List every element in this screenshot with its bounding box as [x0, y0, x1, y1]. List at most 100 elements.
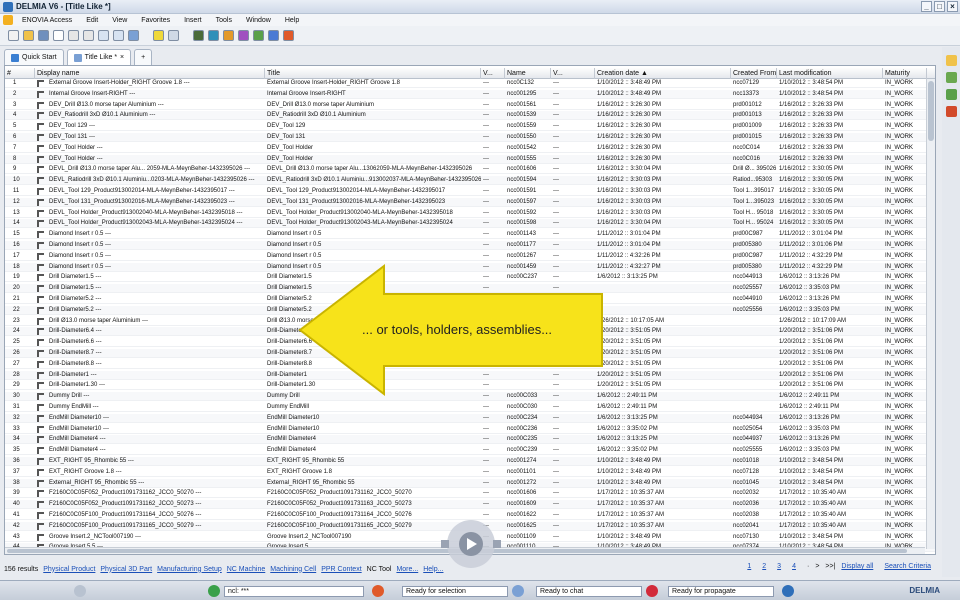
last-page-button[interactable]: >>| [825, 563, 835, 570]
table-row[interactable]: 3 DEV_Drill Ø13.0 morse taper Aluminium -… [5, 101, 935, 110]
table-row[interactable]: 13 DEVL_Tool Holder_Product913002040-MLA-… [5, 209, 935, 218]
tab-add[interactable]: + [134, 49, 153, 65]
next-page-button[interactable]: > [815, 563, 819, 570]
command-input[interactable]: ncl: *** [224, 586, 364, 597]
filter-icon[interactable] [945, 72, 957, 83]
share-icon[interactable] [253, 30, 264, 41]
table-row[interactable]: 4 DEV_Ratiodrill 3xD Ø10.1 Aluminium --- D… [5, 111, 935, 121]
table-cell: IN_WORK [885, 177, 914, 184]
table-cell: 1/6/2012 :: 3:13:26 PM [779, 436, 840, 443]
explore-icon[interactable] [223, 30, 234, 41]
power-input-icon[interactable] [208, 585, 220, 597]
column-header[interactable]: Title [265, 68, 481, 79]
link-nc-machine[interactable]: NC Machine [227, 566, 266, 573]
close-button[interactable]: × [947, 1, 958, 12]
page-2[interactable]: 2 [762, 563, 766, 570]
alert-icon[interactable] [945, 106, 957, 117]
column-header[interactable]: # [5, 68, 35, 79]
table-row[interactable]: 38 External_RIGHT 95_Rhombic 55 --- Extern… [5, 478, 935, 488]
table-row[interactable]: 40 F2160C0C05F052_Product1091731162_JCC0_… [5, 500, 935, 510]
menu-view[interactable]: View [105, 17, 134, 24]
table-row[interactable]: 32 EndMill Diameter10 --- EndMill Diameter… [5, 413, 935, 423]
print-icon[interactable] [53, 30, 64, 41]
table-cell: IN_WORK [885, 285, 914, 292]
table-row[interactable]: 12 DEVL_Tool 131_Product913002016-MLA-Mey… [5, 197, 935, 207]
table-row[interactable]: 39 F2160C0C05F052_Product1091731162_JCC0_… [5, 489, 935, 499]
table-row[interactable]: 33 EndMill Diameter10 --- EndMill Diameter… [5, 425, 935, 434]
tab-title-like[interactable]: Title Like * × [66, 49, 132, 65]
undo-icon[interactable] [98, 30, 109, 41]
table-cell: IN_WORK [885, 252, 914, 259]
vertical-scrollbar[interactable] [926, 79, 935, 549]
table-row[interactable]: 1 External Groove Insert-Holder_RIGHT Gro… [5, 79, 935, 88]
user-icon[interactable] [782, 585, 794, 597]
table-row[interactable]: 34 EndMill Diameter4 --- EndMill Diameter4… [5, 435, 935, 445]
display-all-link[interactable]: Display all [841, 563, 873, 570]
tool-icon[interactable] [193, 30, 204, 41]
link-manufacturing-setup[interactable]: Manufacturing Setup [157, 566, 222, 573]
link-ppr-context[interactable]: PPR Context [321, 566, 361, 573]
menu-favorites[interactable]: Favorites [134, 17, 177, 24]
close-tab-icon[interactable]: × [120, 54, 124, 61]
column-header[interactable]: Creation date ▲ [595, 68, 731, 79]
table-row[interactable]: 31 Dummy EndMill --- Dummy EndMill --- ncc00… [5, 403, 935, 412]
link-help[interactable]: Help... [423, 566, 443, 573]
column-header[interactable]: Display name [35, 68, 265, 79]
table-row[interactable]: 15 Diamond Insert r 0.5 --- Diamond Insert… [5, 230, 935, 240]
fit-all-icon[interactable] [153, 30, 164, 41]
tab-quick-start[interactable]: Quick Start [4, 49, 64, 65]
column-header[interactable]: Created From [731, 68, 777, 79]
table-row[interactable]: 35 EndMill Diameter4 --- EndMill Diameter4… [5, 446, 935, 456]
table-row[interactable]: 5 DEV_Tool 129 --- DEV_Tool 129 --- ncc00155… [5, 122, 935, 132]
column-header[interactable]: Last modification [777, 68, 883, 79]
delete-icon[interactable] [283, 30, 294, 41]
grid-view-icon[interactable] [168, 30, 179, 41]
table-row[interactable]: 8 DEV_Tool Holder --- DEV_Tool Holder --- nc… [5, 154, 935, 164]
table-row[interactable]: 2 Internal Groove Insert-RIGHT --- Interna… [5, 89, 935, 99]
table-row[interactable]: 11 DEVL_Tool 129_Product913002014-MLA-Mey… [5, 187, 935, 196]
properties-icon[interactable] [268, 30, 279, 41]
menu-edit[interactable]: Edit [79, 17, 105, 24]
menu-enovia-access[interactable]: ENOVIA Access [15, 17, 79, 24]
link-machining-cell[interactable]: Machining Cell [270, 566, 316, 573]
table-cell: 1/10/2012 :: 3:48:54 PM [779, 458, 844, 464]
copy-icon[interactable] [83, 30, 94, 41]
column-header[interactable]: Name [505, 68, 551, 79]
menu-insert[interactable]: Insert [177, 17, 209, 24]
menu-tools[interactable]: Tools [209, 17, 239, 24]
maximize-button[interactable]: □ [934, 1, 945, 12]
table-row[interactable]: 37 EXT_RIGHT Groove 1.8 --- EXT_RIGHT Groo… [5, 468, 935, 477]
minimize-button[interactable]: _ [921, 1, 932, 12]
table-row[interactable]: 6 DEV_Tool 131 --- DEV_Tool 131 --- ncc00155… [5, 133, 935, 142]
page-1[interactable]: 1 [747, 563, 751, 570]
link-physical-product[interactable]: Physical Product [43, 566, 95, 573]
tree-icon[interactable] [945, 89, 957, 100]
open-icon[interactable] [23, 30, 34, 41]
table-row[interactable]: 7 DEV_Tool Holder --- DEV_Tool Holder --- nc… [5, 144, 935, 153]
menu-help[interactable]: Help [278, 17, 306, 24]
help-icon[interactable] [128, 30, 139, 41]
new-icon[interactable] [8, 30, 19, 41]
table-row[interactable]: 36 EXT_RIGHT 95_Rhombic 55 --- EXT_RIGHT 9… [5, 457, 935, 466]
column-header[interactable]: V... [551, 68, 595, 79]
menu-window[interactable]: Window [239, 17, 278, 24]
column-header[interactable]: Maturity [883, 68, 927, 79]
globe-icon[interactable] [208, 30, 219, 41]
table-row[interactable]: 10 DEVL_Ratiodrill 3xD Ø10.1 Aluminiu...0… [5, 176, 935, 186]
cut-icon[interactable] [68, 30, 79, 41]
search-criteria-link[interactable]: Search Criteria [884, 563, 931, 570]
redo-icon[interactable] [113, 30, 124, 41]
table-row[interactable]: 16 Diamond Insert r 0.5 --- Diamond Insert… [5, 241, 935, 250]
scroll-thumb[interactable] [928, 81, 934, 141]
refresh-icon[interactable] [238, 30, 249, 41]
link-physical-3d-part[interactable]: Physical 3D Part [100, 566, 152, 573]
table-row[interactable]: 9 DEVL_Drill Ø13.0 morse taper Alu... 205… [5, 165, 935, 175]
column-header[interactable]: V... [481, 68, 505, 79]
page-3[interactable]: 3 [777, 563, 781, 570]
compass-icon[interactable] [74, 585, 86, 597]
star-icon[interactable] [945, 55, 957, 66]
table-row[interactable]: 14 DEVL_Tool Holder_Product913002043-MLA-… [5, 219, 935, 229]
link-more[interactable]: More... [396, 566, 418, 573]
page-4[interactable]: 4 [792, 563, 796, 570]
save-icon[interactable] [38, 30, 49, 41]
